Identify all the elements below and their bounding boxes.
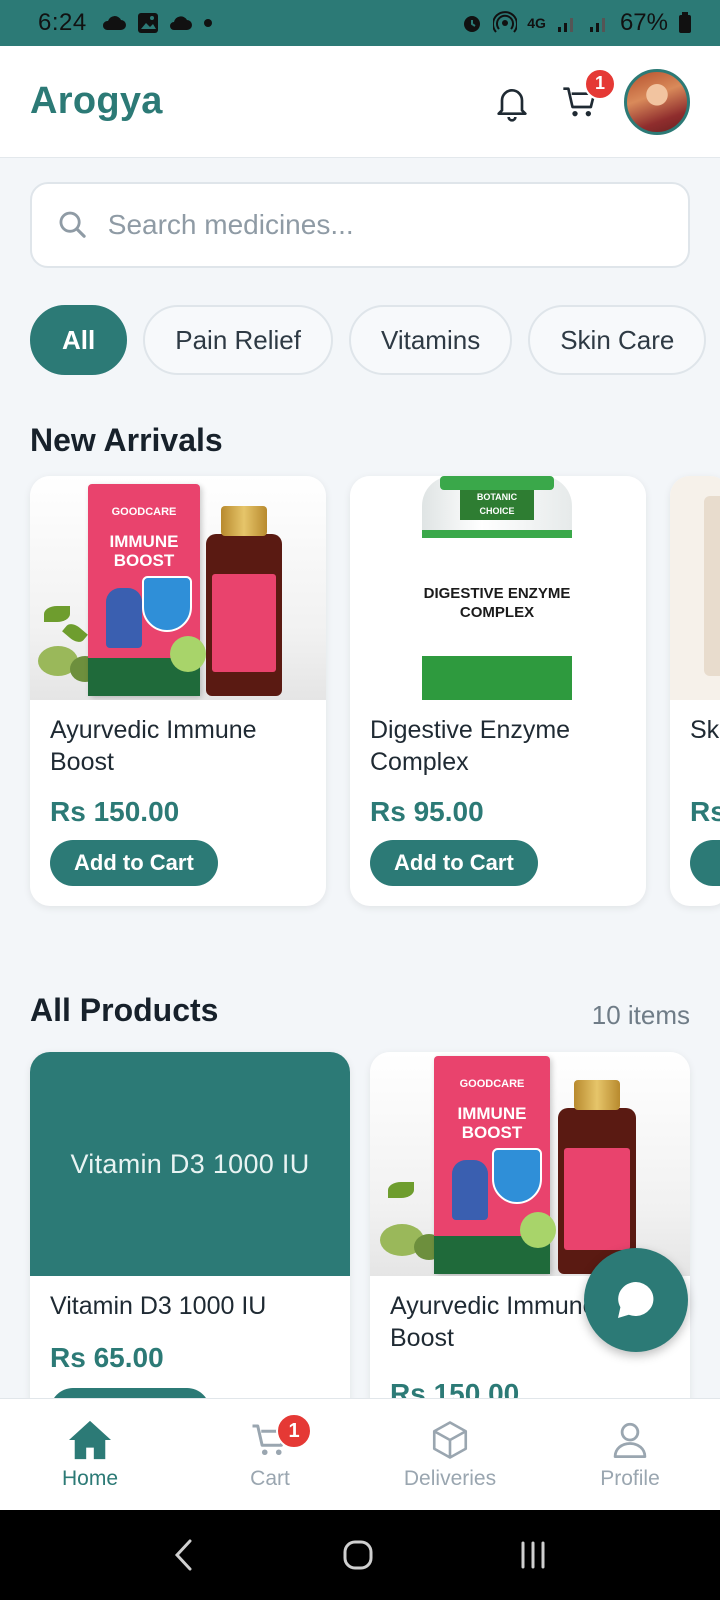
chat-fab-button[interactable] — [584, 1248, 688, 1352]
chip-vitamins[interactable]: Vitamins — [348, 305, 513, 375]
cloud-icon — [102, 16, 126, 30]
nav-cart[interactable]: 1 Cart — [180, 1399, 360, 1510]
product-image-placeholder: Vitamin D3 1000 IU — [30, 1052, 350, 1276]
dot-icon — [203, 19, 212, 27]
alarm-icon — [464, 16, 481, 32]
add-to-cart-button-partial[interactable] — [690, 840, 720, 886]
gallery-icon — [137, 13, 158, 33]
nav-profile[interactable]: Profile — [540, 1399, 720, 1510]
chip-pain-relief[interactable]: Pain Relief — [143, 305, 333, 375]
chat-bubble-icon — [618, 1282, 654, 1318]
app-header: Arogya 1 — [0, 46, 720, 158]
status-time: 6:24 — [38, 9, 87, 36]
nav-cart-badge: 1 — [276, 1413, 312, 1449]
home-icon — [69, 1420, 111, 1459]
hotspot-icon — [493, 11, 518, 33]
bell-icon — [497, 88, 527, 122]
person-icon — [613, 1422, 647, 1458]
category-chips: All Pain Relief Vitamins Skin Care — [30, 305, 707, 375]
new-arrivals-title: New Arrivals — [30, 422, 223, 458]
recents-icon[interactable] — [516, 1538, 550, 1572]
signal-icon — [557, 18, 573, 32]
new-arrival-card[interactable]: BOTANIC CHOICE DIGESTIVE ENZYME COMPLEX … — [350, 476, 646, 906]
header-cart-button[interactable]: 1 — [548, 67, 616, 134]
app-brand-title: Arogya — [30, 80, 163, 122]
search-icon — [59, 211, 86, 238]
status-notification-icons — [101, 12, 213, 34]
battery-percent: 67% — [619, 9, 668, 36]
chip-skin-care[interactable]: Skin Care — [528, 305, 707, 375]
digestive-enzyme-jar: BOTANIC CHOICE DIGESTIVE ENZYME COMPLEX — [422, 476, 572, 700]
status-bar: 6:24 4G 67% — [0, 0, 720, 46]
back-icon[interactable] — [170, 1538, 200, 1572]
box-icon — [432, 1420, 468, 1459]
product-price: Rs 95.00 — [370, 796, 484, 827]
product-image-digestive-enzyme: BOTANIC CHOICE DIGESTIVE ENZYME COMPLEX — [350, 476, 646, 700]
battery-icon — [679, 12, 691, 33]
product-name: Vitamin D3 1000 IU — [50, 1292, 267, 1320]
cart-count-badge: 1 — [584, 67, 616, 100]
product-name: Sk — [690, 716, 720, 744]
nav-home[interactable]: Home — [0, 1399, 180, 1510]
nav-deliveries[interactable]: Deliveries — [360, 1399, 540, 1510]
new-arrival-card-partial[interactable]: Sk Rs — [670, 476, 720, 906]
product-price: Rs — [690, 796, 720, 827]
signal-icon-2 — [589, 18, 605, 32]
network-type: 4G — [527, 15, 546, 31]
all-products-title: All Products — [30, 992, 219, 1028]
add-to-cart-button[interactable]: Add to Cart — [370, 840, 538, 886]
search-input[interactable] — [107, 209, 664, 241]
product-image-immune-boost: GOODCARE IMMUNE BOOST — [30, 476, 326, 700]
product-name: Ayurvedic Immune Boost — [50, 716, 257, 776]
notifications-button[interactable] — [480, 70, 544, 134]
user-avatar[interactable] — [624, 68, 690, 135]
items-count: 10 items — [591, 1000, 690, 1030]
search-bar[interactable] — [30, 182, 690, 268]
add-to-cart-button[interactable]: Add to Cart — [50, 840, 218, 886]
new-arrival-card[interactable]: GOODCARE IMMUNE BOOST Ayurvedic Immune B… — [30, 476, 326, 906]
system-navigation-bar — [0, 1510, 720, 1600]
nav-cart-label: Cart — [250, 1466, 290, 1490]
chip-all[interactable]: All — [30, 305, 128, 375]
bottom-navigation: Home 1 Cart Deliveries Profile — [0, 1398, 720, 1510]
product-name: Digestive Enzyme Complex — [370, 716, 571, 776]
cloud-sync-icon — [169, 16, 192, 30]
nav-deliveries-label: Deliveries — [403, 1466, 497, 1490]
product-price: Rs 150.00 — [50, 796, 180, 827]
nav-profile-label: Profile — [600, 1466, 660, 1490]
home-circle-icon[interactable] — [341, 1538, 375, 1572]
immune-boost-bottle — [206, 506, 282, 696]
nav-home-label: Home — [61, 1466, 119, 1490]
product-image-immune-boost: GOODCARE IMMUNE BOOST — [370, 1052, 690, 1276]
product-price: Rs 65.00 — [50, 1342, 164, 1373]
